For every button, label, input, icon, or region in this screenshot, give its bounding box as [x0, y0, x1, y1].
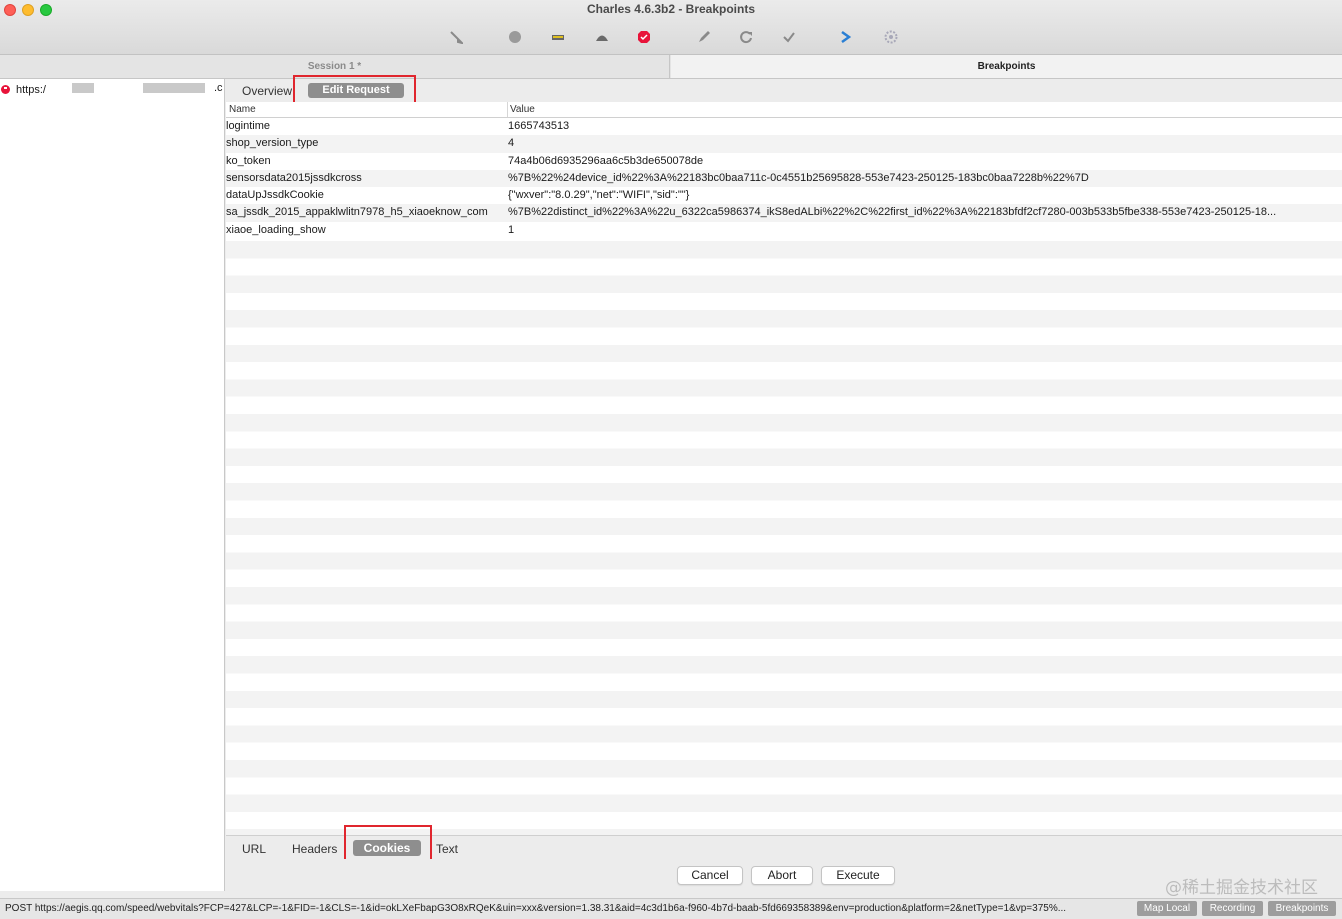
watermark-text: @稀土掘金技术社区 — [1165, 878, 1318, 898]
cookie-name[interactable]: xiaoe_loading_show — [226, 222, 508, 239]
request-tabs: Overview Edit Request — [226, 75, 1342, 104]
table-header: Name Value — [226, 102, 1342, 118]
table-row[interactable]: shop_version_type 4 — [226, 135, 1342, 153]
status-bar: POST https://aegis.qq.com/speed/webvital… — [0, 898, 1342, 919]
title-bar: Charles 4.6.3b2 - Breakpoints — [0, 0, 1342, 55]
breakpoint-indicator-icon — [1, 85, 10, 94]
column-header-value[interactable]: Value — [508, 102, 535, 117]
breakpoint-icon[interactable] — [634, 28, 654, 46]
recording-button[interactable]: Recording — [1202, 901, 1263, 916]
breakpoints-button[interactable]: Breakpoints — [1268, 901, 1336, 916]
session-tab-bar: Session 1 * Breakpoints — [0, 55, 1342, 79]
throttle-icon[interactable] — [548, 28, 568, 46]
turtle-icon[interactable] — [592, 28, 612, 46]
settings-gear-icon[interactable] — [881, 28, 901, 46]
redacted-url-part — [143, 83, 205, 93]
table-row[interactable]: sa_jssdk_2015_appaklwlitn7978_h5_xiaoekn… — [226, 204, 1342, 222]
request-url-prefix: https:/ — [16, 83, 46, 96]
cookie-value[interactable]: 4 — [508, 135, 1342, 152]
broom-icon[interactable] — [446, 28, 466, 46]
table-body: logintime 1665743513 shop_version_type 4 k… — [226, 118, 1342, 240]
cookie-name[interactable]: shop_version_type — [226, 135, 508, 152]
tab-url[interactable]: URL — [242, 842, 266, 856]
cookie-name[interactable]: ko_token — [226, 153, 508, 170]
table-row[interactable]: logintime 1665743513 — [226, 118, 1342, 136]
cookies-table: Name Value logintime 1665743513 shop_vers… — [226, 102, 1342, 835]
edit-request-tabs: URL Headers Cookies Text — [226, 825, 1342, 867]
map-local-button[interactable]: Map Local — [1137, 901, 1197, 916]
cookie-value[interactable]: %7B%22distinct_id%22%3A%22u_6322ca598637… — [508, 204, 1342, 221]
tab-headers[interactable]: Headers — [292, 842, 337, 856]
status-request-url: POST https://aegis.qq.com/speed/webvital… — [5, 903, 1067, 914]
column-header-name[interactable]: Name — [226, 102, 508, 117]
tab-overview[interactable]: Overview — [242, 84, 292, 98]
empty-row-stripes — [226, 241, 1342, 835]
table-row[interactable]: xiaoe_loading_show 1 — [226, 221, 1342, 240]
cookie-name[interactable]: logintime — [226, 118, 508, 135]
tab-text[interactable]: Text — [436, 842, 458, 856]
table-row[interactable]: ko_token 74a4b06d6935296aa6c5b3de650078de — [226, 152, 1342, 170]
execute-button[interactable]: Execute — [821, 866, 895, 885]
cookie-name[interactable]: dataUpJssdkCookie — [226, 187, 508, 204]
cancel-button[interactable]: Cancel — [677, 866, 743, 885]
highlight-annotation — [293, 75, 416, 104]
record-icon[interactable] — [505, 28, 525, 46]
cookie-value[interactable]: 1665743513 — [508, 118, 1342, 135]
table-row[interactable]: sensorsdata2015jssdkcross %7B%22%24device… — [226, 169, 1342, 188]
cookie-value[interactable]: 1 — [508, 222, 1342, 239]
breakpoint-request-list: https:/ .c — [0, 79, 225, 891]
redacted-url-part — [72, 83, 94, 93]
request-url-suffix: .c — [214, 82, 223, 94]
cookie-name[interactable]: sensorsdata2015jssdkcross — [226, 170, 508, 187]
table-row[interactable]: dataUpJssdkCookie {"wxver":"8.0.29","net"… — [226, 187, 1342, 205]
cookie-value[interactable]: %7B%22%24device_id%22%3A%22183bc0baa711c… — [508, 170, 1342, 187]
breakpoint-editor: Overview Edit Request Name Value loginti… — [226, 75, 1342, 891]
compose-pen-icon[interactable] — [694, 28, 714, 46]
abort-button[interactable]: Abort — [751, 866, 813, 885]
tools-icon[interactable] — [836, 28, 856, 46]
repeat-icon[interactable] — [736, 28, 756, 46]
tab-breakpoints[interactable]: Breakpoints — [671, 55, 1342, 78]
cookie-name[interactable]: sa_jssdk_2015_appaklwlitn7978_h5_xiaoekn… — [226, 204, 508, 221]
validate-check-icon[interactable] — [779, 28, 799, 46]
cookie-value[interactable]: 74a4b06d6935296aa6c5b3de650078de — [508, 153, 1342, 170]
window-title: Charles 4.6.3b2 - Breakpoints — [586, 2, 756, 16]
cookie-value[interactable]: {"wxver":"8.0.29","net":"WIFI","sid":""} — [508, 187, 1342, 204]
